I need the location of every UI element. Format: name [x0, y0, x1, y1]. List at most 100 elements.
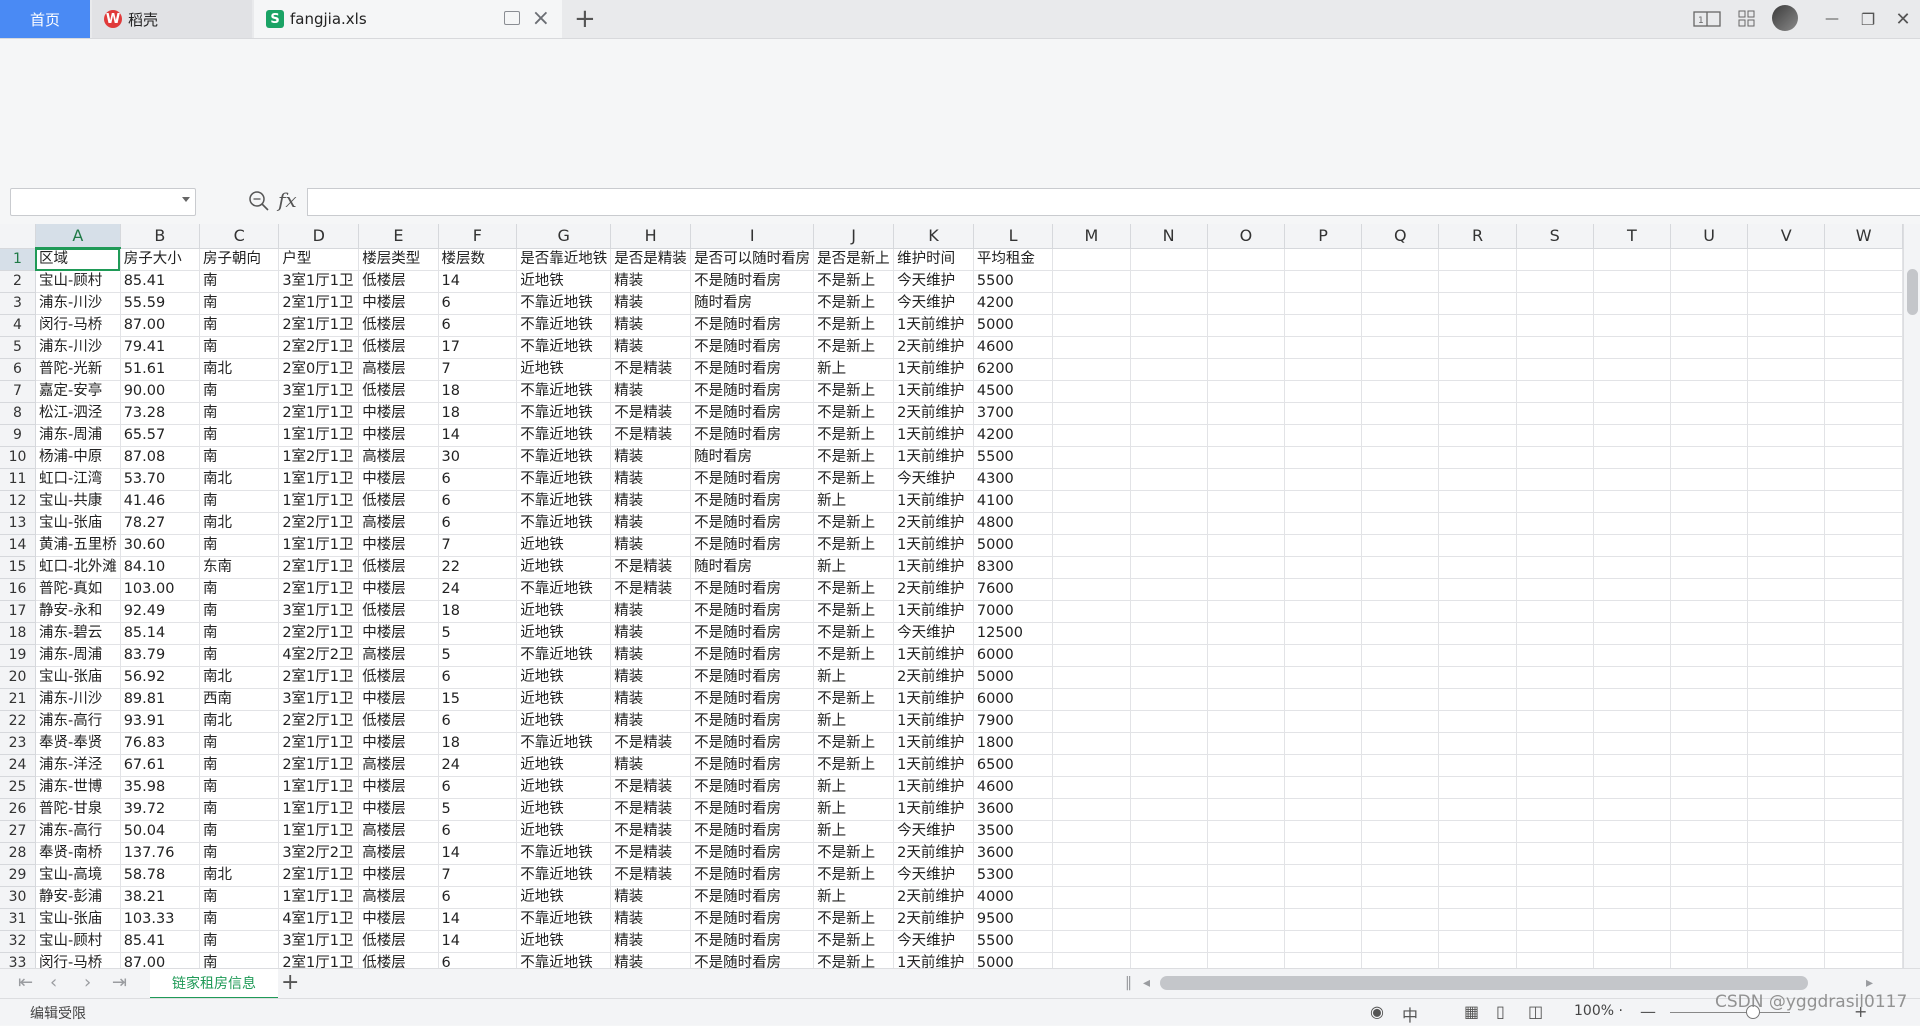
zoom-level[interactable]: 100% ·: [1574, 1003, 1623, 1019]
grid-cell[interactable]: 南: [199, 292, 280, 315]
grid-cell[interactable]: 低楼层: [358, 336, 439, 359]
grid-cell[interactable]: 不是随时看房: [690, 864, 815, 887]
grid-cell[interactable]: [1747, 468, 1826, 491]
grid-cell[interactable]: 7: [438, 534, 518, 557]
grid-cell[interactable]: [1824, 798, 1903, 821]
grid-cell[interactable]: 8300: [973, 556, 1054, 579]
grid-cell[interactable]: 7: [438, 864, 518, 887]
grid-cell[interactable]: 不靠近地铁: [516, 468, 612, 491]
vertical-scrollbar[interactable]: [1903, 224, 1920, 968]
grid-cell[interactable]: 近地铁: [516, 534, 612, 557]
grid-cell[interactable]: 1天前维护: [893, 732, 974, 755]
grid-cell[interactable]: [1824, 358, 1903, 381]
grid-cell[interactable]: 中楼层: [358, 688, 439, 711]
grid-cell[interactable]: [1438, 820, 1517, 843]
grid-cell[interactable]: 精装: [610, 336, 692, 359]
grid-cell[interactable]: [1438, 446, 1517, 469]
grid-cell[interactable]: [1361, 600, 1440, 623]
grid-cell[interactable]: [1747, 688, 1826, 711]
grid-cell[interactable]: 不靠近地铁: [516, 512, 612, 535]
grid-cell[interactable]: [1130, 358, 1208, 381]
grid-cell[interactable]: [1207, 336, 1286, 359]
grid-cell[interactable]: [1670, 314, 1749, 337]
grid-cell[interactable]: [1361, 270, 1440, 293]
grid-cell[interactable]: 1天前维护: [893, 358, 974, 381]
row-header[interactable]: 29: [0, 864, 36, 887]
fx-icon[interactable]: fx: [278, 188, 297, 212]
grid-cell[interactable]: [1747, 446, 1826, 469]
grid-cell[interactable]: [1130, 336, 1208, 359]
grid-cell[interactable]: 2天前维护: [893, 886, 974, 909]
grid-cell[interactable]: 虹口-江湾: [35, 468, 121, 491]
grid-cell[interactable]: 6: [438, 886, 518, 909]
grid-cell[interactable]: 6: [438, 666, 518, 689]
grid-cell[interactable]: [1207, 534, 1286, 557]
grid-cell[interactable]: 低楼层: [358, 270, 439, 293]
grid-cell[interactable]: [1130, 292, 1208, 315]
grid-cell[interactable]: [1516, 314, 1594, 337]
grid-cell[interactable]: 18: [438, 380, 518, 403]
grid-cell[interactable]: [1516, 248, 1594, 271]
grid-cell[interactable]: 83.79: [120, 644, 201, 667]
grid-cell[interactable]: [1052, 776, 1131, 799]
grid-cell[interactable]: 南北: [199, 358, 280, 381]
grid-cell[interactable]: 不是随时看房: [690, 578, 815, 601]
grid-cell[interactable]: [1747, 864, 1826, 887]
grid-cell[interactable]: [1670, 424, 1749, 447]
prev-sheet-icon[interactable]: ‹: [50, 971, 57, 995]
normal-view-icon[interactable]: ▦: [1464, 1002, 1479, 1021]
grid-cell[interactable]: [1361, 512, 1440, 535]
grid-cell[interactable]: [1052, 930, 1131, 953]
grid-cell[interactable]: 1室2厅1卫: [278, 446, 360, 469]
grid-cell[interactable]: [1361, 248, 1440, 271]
grid-cell[interactable]: 1天前维护: [893, 490, 974, 513]
grid-cell[interactable]: [1516, 842, 1594, 865]
grid-cell[interactable]: [1824, 534, 1903, 557]
grid-cell[interactable]: 93.91: [120, 710, 201, 733]
grid-cell[interactable]: 1室1厅1卫: [278, 886, 360, 909]
grid-cell[interactable]: [1207, 666, 1286, 689]
grid-cell[interactable]: [1361, 864, 1440, 887]
grid-cell[interactable]: [1207, 446, 1286, 469]
grid-cell[interactable]: [1670, 952, 1749, 968]
grid-cell[interactable]: [1593, 468, 1671, 491]
grid-cell[interactable]: [1130, 578, 1208, 601]
grid-cell[interactable]: 14: [438, 842, 518, 865]
grid-cell[interactable]: 中楼层: [358, 468, 439, 491]
row-header[interactable]: 23: [0, 732, 36, 755]
grid-cell[interactable]: 5500: [973, 270, 1054, 293]
grid-cell[interactable]: 黄浦-五里桥: [35, 534, 121, 557]
grid-cell[interactable]: [1747, 886, 1826, 909]
grid-cell[interactable]: [1593, 710, 1671, 733]
grid-cell[interactable]: 1800: [973, 732, 1054, 755]
grid-cell[interactable]: 4室1厅1卫: [278, 908, 360, 931]
row-header[interactable]: 3: [0, 292, 36, 315]
grid-cell[interactable]: 41.46: [120, 490, 201, 513]
grid-cell[interactable]: [1438, 314, 1517, 337]
column-header[interactable]: A: [35, 224, 121, 249]
grid-cell[interactable]: [1361, 556, 1440, 579]
grid-cell[interactable]: [1747, 380, 1826, 403]
grid-cell[interactable]: [1516, 490, 1594, 513]
grid-cell[interactable]: 是否可以随时看房: [690, 248, 815, 271]
grid-cell[interactable]: 6: [438, 292, 518, 315]
grid-cell[interactable]: 5500: [973, 930, 1054, 953]
grid-cell[interactable]: [1207, 798, 1286, 821]
grid-cell[interactable]: [1361, 732, 1440, 755]
grid-cell[interactable]: 3室1厅1卫: [278, 600, 360, 623]
grid-cell[interactable]: 闵行-马桥: [35, 314, 121, 337]
grid-cell[interactable]: 是否是新上: [813, 248, 895, 271]
grid-cell[interactable]: [1284, 512, 1363, 535]
grid-cell[interactable]: [1207, 952, 1286, 968]
grid-cell[interactable]: [1670, 600, 1749, 623]
grid-cell[interactable]: 精装: [610, 270, 692, 293]
grid-cell[interactable]: 4200: [973, 424, 1054, 447]
grid-cell[interactable]: [1130, 248, 1208, 271]
grid-cell[interactable]: [1284, 402, 1363, 425]
grid-cell[interactable]: 南北: [199, 512, 280, 535]
grid-cell[interactable]: 不是随时看房: [690, 886, 815, 909]
grid-cell[interactable]: [1747, 732, 1826, 755]
grid-cell[interactable]: 不是新上: [813, 842, 895, 865]
grid-cell[interactable]: 2室1厅1卫: [278, 952, 360, 968]
row-header[interactable]: 14: [0, 534, 36, 557]
